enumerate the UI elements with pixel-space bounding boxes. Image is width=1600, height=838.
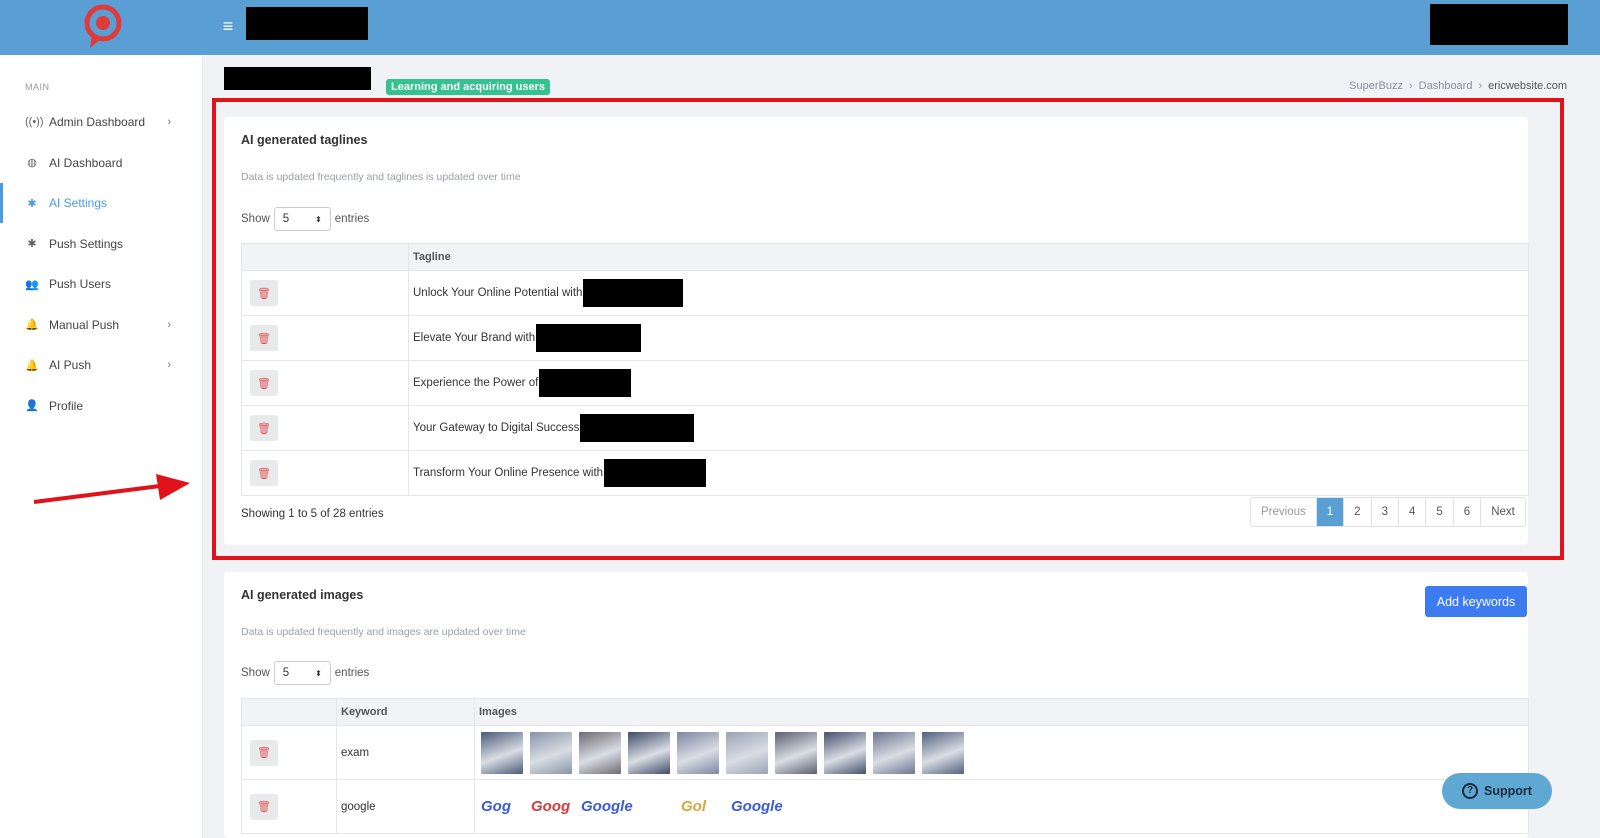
keyword-header[interactable]: Keyword <box>336 698 475 726</box>
chevron-right-icon: › <box>167 318 171 331</box>
images-card: AI generated images Add keywords Data is… <box>224 572 1529 838</box>
redacted-page-title <box>224 67 371 90</box>
help-icon: ? <box>1462 783 1479 799</box>
app-logo <box>84 4 122 48</box>
keyword-cell: google <box>336 779 475 834</box>
bell-icon: 🔔 <box>25 319 39 331</box>
sidebar-item-profile[interactable]: 👤 Profile <box>0 386 203 426</box>
image-thumbnail[interactable] <box>677 731 719 774</box>
image-thumbnail[interactable]: Goog <box>531 790 575 824</box>
add-keywords-button[interactable]: Add keywords <box>1425 586 1527 617</box>
sidebar-item-ai-dashboard[interactable]: ◍ AI Dashboard <box>0 143 203 183</box>
image-thumbnail[interactable] <box>726 731 768 774</box>
images-header[interactable]: Images <box>474 698 1529 726</box>
sidebar: MAIN ((•)) Admin Dashboard › ◍ AI Dashboard ✱… <box>0 55 203 838</box>
image-thumbnail[interactable] <box>631 790 675 824</box>
card-subtitle: Data is updated frequently and images ar… <box>241 626 526 638</box>
table-row: 🗑 google Gog Goog Google Gol Google <box>241 779 1529 834</box>
robot-icon: 🔔 <box>25 359 39 372</box>
sidebar-item-ai-settings[interactable]: ✱ AI Settings <box>0 183 203 223</box>
sidebar-item-label: AI Settings <box>49 196 108 210</box>
support-button[interactable]: ? Support <box>1442 773 1552 809</box>
user-icon: 👤 <box>25 400 39 412</box>
sidebar-heading: MAIN <box>25 82 50 92</box>
sidebar-item-push-settings[interactable]: ✱ Push Settings <box>0 224 203 264</box>
image-thumbnail[interactable]: Gog <box>481 790 525 824</box>
breadcrumb-item-dashboard[interactable]: Dashboard <box>1419 80 1473 92</box>
sidebar-item-label: Admin Dashboard <box>49 115 146 129</box>
image-thumbnail[interactable] <box>922 731 964 774</box>
top-bar: ≡ ⛶ <box>0 0 1600 55</box>
trash-icon: 🗑 <box>257 801 271 813</box>
image-thumbnail[interactable] <box>824 731 866 774</box>
image-thumbnail[interactable] <box>628 731 670 774</box>
table-row: 🗑 exam <box>241 725 1529 780</box>
image-thumbnail[interactable]: Gol <box>681 790 725 824</box>
image-thumbnail[interactable] <box>873 731 915 774</box>
sidebar-item-admin-dashboard[interactable]: ((•)) Admin Dashboard › <box>0 102 203 142</box>
annotation-arrow-icon <box>33 474 190 504</box>
redacted-site-name <box>246 7 368 40</box>
page-size-select[interactable]: 5 ⬍ <box>273 661 331 685</box>
trash-icon: 🗑 <box>257 747 271 759</box>
page-size-control: Show 5 ⬍ entries <box>241 661 369 685</box>
card-title: AI generated images <box>241 588 364 602</box>
chevron-right-icon: › <box>1478 80 1483 92</box>
sidebar-item-label: Push Users <box>49 277 112 291</box>
sidebar-item-manual-push[interactable]: 🔔 Manual Push › <box>0 305 203 345</box>
show-label: Show <box>241 667 270 679</box>
breadcrumb-item-current: ericwebsite.com <box>1488 80 1567 92</box>
users-icon: 👥 <box>25 278 39 291</box>
breadcrumb-item-superbuzz[interactable]: SuperBuzz <box>1349 80 1403 92</box>
delete-button[interactable]: 🗑 <box>250 793 278 820</box>
sort-arrows-icon: ⬍ <box>315 668 322 678</box>
chevron-right-icon: › <box>167 359 171 371</box>
keyword-cell: exam <box>336 725 475 780</box>
image-thumbnail[interactable]: Google <box>581 790 633 824</box>
highlight-box <box>212 98 1564 560</box>
sidebar-item-ai-push[interactable]: 🔔 AI Push › <box>0 345 203 385</box>
hamburger-icon[interactable]: ≡ <box>218 16 238 36</box>
images-table: Keyword Images 🗑 exam 🗑 google Gog Goog Go… <box>241 698 1529 834</box>
image-thumbnail[interactable]: Google <box>731 790 783 824</box>
sidebar-item-label: AI Dashboard <box>49 155 123 170</box>
chevron-right-icon: › <box>1408 80 1413 92</box>
image-thumbnail[interactable] <box>481 731 523 774</box>
sidebar-item-push-users[interactable]: 👥 Push Users <box>0 264 203 304</box>
delete-button[interactable]: 🗑 <box>250 739 278 766</box>
gear-icon: ✱ <box>27 238 37 250</box>
broadcast-icon: ((•)) <box>25 116 44 128</box>
image-thumbnail[interactable] <box>775 731 817 774</box>
status-badge: Learning and acquiring users <box>386 79 551 95</box>
breadcrumb: SuperBuzz › Dashboard › ericwebsite.com <box>1349 80 1567 92</box>
sidebar-item-label: Manual Push <box>49 317 120 332</box>
globe-icon: ◍ <box>27 157 37 169</box>
entries-label: entries <box>334 667 370 679</box>
gear-icon: ✱ <box>27 197 37 210</box>
image-thumbnail[interactable] <box>579 731 621 774</box>
sidebar-item-label: Profile <box>49 398 84 413</box>
image-thumbnail[interactable] <box>530 731 572 774</box>
redacted-user-menu[interactable] <box>1430 4 1568 45</box>
actions-header <box>241 698 337 726</box>
sidebar-item-label: AI Push <box>49 358 92 372</box>
sidebar-item-label: Push Settings <box>49 236 124 251</box>
chevron-right-icon: › <box>167 116 171 128</box>
